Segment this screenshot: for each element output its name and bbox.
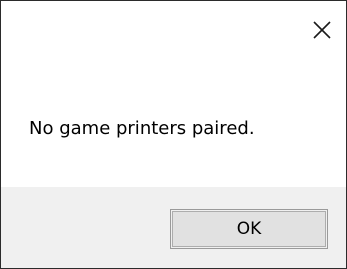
close-icon [313, 21, 331, 39]
title-bar [1, 1, 346, 59]
dialog-footer: OK [1, 187, 346, 268]
dialog-message: No game printers paired. [29, 118, 255, 139]
close-button[interactable] [298, 1, 346, 59]
message-dialog: No game printers paired. OK [0, 0, 347, 269]
ok-button[interactable]: OK [170, 209, 328, 249]
